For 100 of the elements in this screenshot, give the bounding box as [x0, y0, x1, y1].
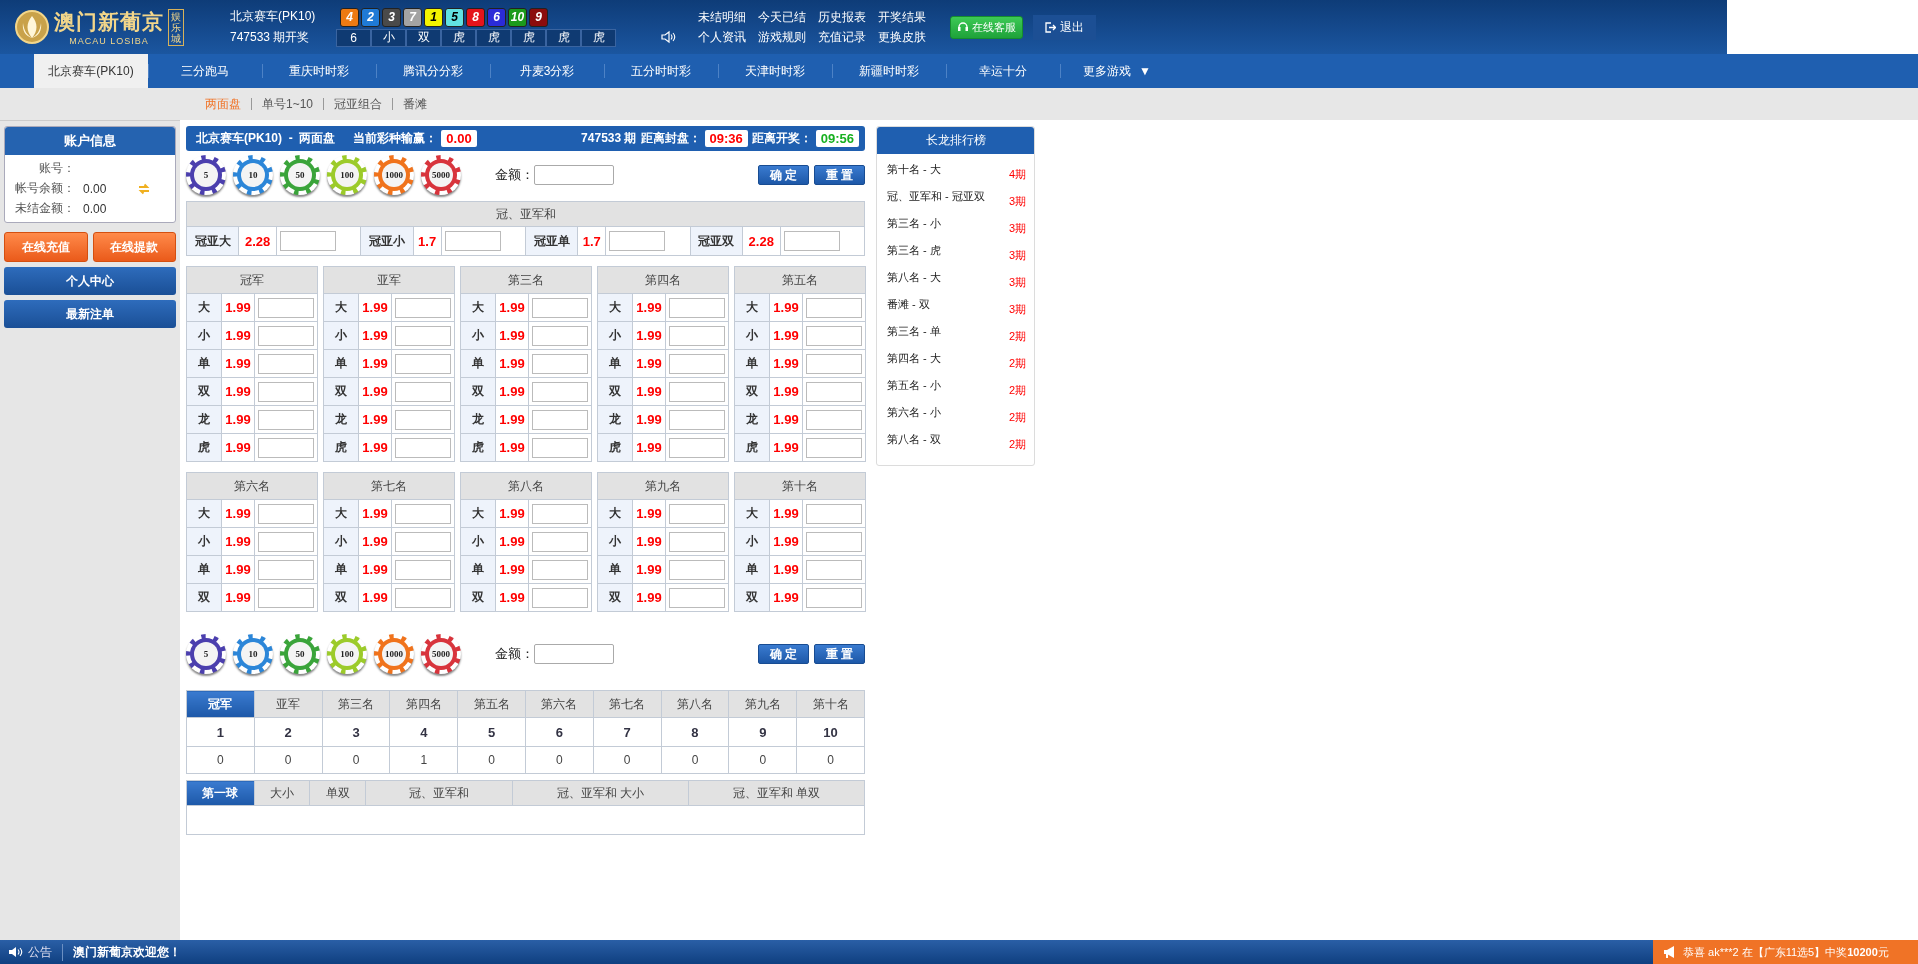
bet-field[interactable]: [395, 587, 451, 608]
confirm-button[interactable]: 确 定: [758, 165, 809, 185]
position-tab[interactable]: 冠军: [186, 690, 255, 718]
bet-field[interactable]: [669, 531, 725, 552]
bet-field[interactable]: [806, 559, 862, 580]
reset-button[interactable]: 重 置: [814, 165, 865, 185]
trend-tab[interactable]: 冠、亚军和: [365, 780, 513, 806]
nav-tab[interactable]: 更多游戏 ▼: [1060, 54, 1174, 88]
bet-field[interactable]: [395, 531, 451, 552]
nav-tab[interactable]: 北京赛车(PK10): [34, 54, 148, 88]
header-link[interactable]: 充值记录: [818, 28, 866, 46]
header-link[interactable]: 未结明细: [698, 8, 746, 26]
bet-field[interactable]: [669, 325, 725, 346]
trend-tab[interactable]: 冠、亚军和 大小: [512, 780, 689, 806]
bet-field[interactable]: [806, 409, 862, 430]
bet-field[interactable]: [395, 559, 451, 580]
logout-button[interactable]: 退出: [1033, 14, 1096, 40]
bet-field[interactable]: [258, 503, 314, 524]
chip-button[interactable]: 5: [186, 155, 226, 195]
bet-field[interactable]: [669, 559, 725, 580]
bet-field[interactable]: [258, 437, 314, 458]
chip-button[interactable]: 100: [327, 155, 367, 195]
chip-button[interactable]: 10: [233, 155, 273, 195]
menu-button[interactable]: 最新注单: [4, 300, 176, 328]
header-link[interactable]: 更换皮肤: [878, 28, 926, 46]
bet-field[interactable]: [258, 409, 314, 430]
header-link[interactable]: 游戏规则: [758, 28, 806, 46]
header-link[interactable]: 今天已结: [758, 8, 806, 26]
amount-field[interactable]: [534, 165, 614, 185]
chip-button[interactable]: 5000: [421, 634, 461, 674]
nav-tab[interactable]: 幸运十分: [946, 54, 1060, 88]
bet-field[interactable]: [669, 409, 725, 430]
position-tab[interactable]: 第四名: [389, 690, 458, 718]
bet-field[interactable]: [806, 587, 862, 608]
bet-field[interactable]: [532, 353, 588, 374]
bet-field[interactable]: [395, 503, 451, 524]
bet-field[interactable]: [532, 297, 588, 318]
bet-field[interactable]: [806, 381, 862, 402]
bet-field[interactable]: [806, 531, 862, 552]
speaker-icon[interactable]: [660, 29, 676, 45]
trend-tab[interactable]: 单双: [309, 780, 366, 806]
chip-button[interactable]: 100: [327, 634, 367, 674]
bet-field[interactable]: [280, 231, 337, 251]
bet-field[interactable]: [532, 437, 588, 458]
chip-button[interactable]: 50: [280, 155, 320, 195]
bet-field[interactable]: [532, 503, 588, 524]
header-link[interactable]: 个人资讯: [698, 28, 746, 46]
subnav-link[interactable]: 冠亚组合: [323, 98, 393, 110]
bet-field[interactable]: [532, 409, 588, 430]
position-tab[interactable]: 第十名: [796, 690, 865, 718]
chip-button[interactable]: 10: [233, 634, 273, 674]
bet-field[interactable]: [806, 503, 862, 524]
bet-field[interactable]: [806, 353, 862, 374]
menu-button[interactable]: 个人中心: [4, 267, 176, 295]
bet-field[interactable]: [532, 531, 588, 552]
bet-field[interactable]: [395, 409, 451, 430]
position-tab[interactable]: 第九名: [728, 690, 797, 718]
bet-field[interactable]: [395, 325, 451, 346]
header-link[interactable]: 历史报表: [818, 8, 866, 26]
amount-field[interactable]: [534, 644, 614, 664]
bet-field[interactable]: [806, 325, 862, 346]
bet-field[interactable]: [532, 381, 588, 402]
trend-tab[interactable]: 冠、亚军和 单双: [688, 780, 865, 806]
position-tab[interactable]: 第六名: [525, 690, 594, 718]
chip-button[interactable]: 50: [280, 634, 320, 674]
bet-field[interactable]: [395, 353, 451, 374]
bet-field[interactable]: [258, 587, 314, 608]
position-tab[interactable]: 第七名: [593, 690, 662, 718]
bet-field[interactable]: [669, 503, 725, 524]
position-tab[interactable]: 第三名: [322, 690, 390, 718]
bet-field[interactable]: [669, 587, 725, 608]
nav-tab[interactable]: 腾讯分分彩: [376, 54, 490, 88]
trend-tab[interactable]: 大小: [254, 780, 310, 806]
bet-field[interactable]: [532, 325, 588, 346]
bet-field[interactable]: [258, 559, 314, 580]
trend-tab[interactable]: 第一球: [186, 780, 255, 806]
bet-field[interactable]: [258, 297, 314, 318]
bet-field[interactable]: [395, 381, 451, 402]
bet-field[interactable]: [609, 231, 666, 251]
subnav-link[interactable]: 单号1~10: [251, 98, 324, 110]
nav-tab[interactable]: 丹麦3分彩: [490, 54, 604, 88]
bet-field[interactable]: [258, 353, 314, 374]
bet-field[interactable]: [669, 381, 725, 402]
nav-tab[interactable]: 五分时时彩: [604, 54, 718, 88]
reset-button[interactable]: 重 置: [814, 644, 865, 664]
bet-field[interactable]: [532, 559, 588, 580]
bet-field[interactable]: [669, 297, 725, 318]
nav-tab[interactable]: 重庆时时彩: [262, 54, 376, 88]
subnav-link[interactable]: 番滩: [392, 98, 438, 110]
position-tab[interactable]: 亚军: [254, 690, 323, 718]
bet-field[interactable]: [258, 381, 314, 402]
bet-field[interactable]: [669, 353, 725, 374]
bet-field[interactable]: [806, 297, 862, 318]
chip-button[interactable]: 5000: [421, 155, 461, 195]
chip-button[interactable]: 5: [186, 634, 226, 674]
refresh-icon[interactable]: [137, 181, 151, 196]
bet-field[interactable]: [258, 531, 314, 552]
nav-tab[interactable]: 新疆时时彩: [832, 54, 946, 88]
bet-field[interactable]: [395, 297, 451, 318]
chip-button[interactable]: 1000: [374, 634, 414, 674]
